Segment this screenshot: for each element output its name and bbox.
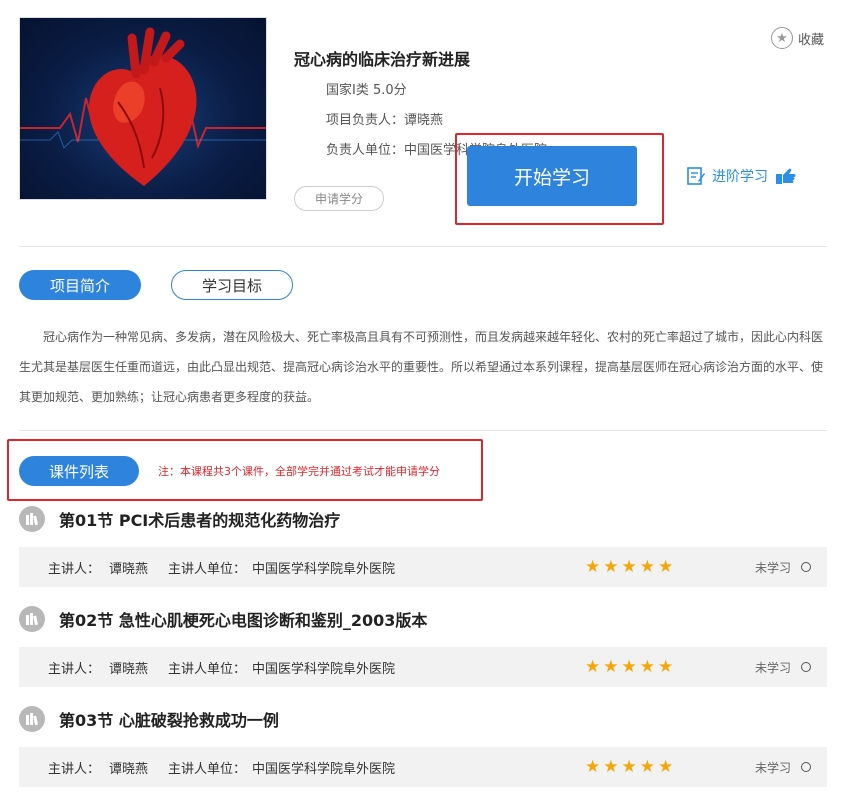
favorite-label: 收藏 bbox=[798, 32, 825, 48]
course-leader: 项目负责人：谭晓燕 bbox=[326, 113, 444, 128]
lecturer-label: 主讲人： bbox=[48, 661, 101, 677]
course-cover-image bbox=[19, 17, 267, 200]
star-icon: ★ bbox=[658, 657, 674, 677]
course-list-button[interactable]: 课件列表 bbox=[19, 456, 139, 486]
books-icon bbox=[19, 506, 45, 532]
divider bbox=[19, 246, 827, 247]
star-icon: ★ bbox=[603, 657, 619, 677]
rating-stars: ★ ★ ★ ★ ★ bbox=[585, 757, 676, 777]
lecturer-name: 谭晓燕 bbox=[109, 761, 149, 777]
course-title: 冠心病的临床治疗新进展 bbox=[294, 50, 471, 69]
lesson-info-row: 主讲人： 谭晓燕 主讲人单位： 中国医学科学院阜外医院 ★ ★ ★ ★ ★ 未学习 bbox=[19, 547, 827, 587]
books-icon bbox=[19, 706, 45, 732]
tab-learning-goals[interactable]: 学习目标 bbox=[171, 270, 293, 300]
edit-note-icon bbox=[686, 166, 706, 186]
lesson-title: 第01节 PCI术后患者的规范化药物治疗 bbox=[59, 511, 341, 530]
lesson-title-link[interactable]: 第01节 PCI术后患者的规范化药物治疗 bbox=[19, 506, 340, 532]
lecturer-unit-label: 主讲人单位： bbox=[168, 761, 247, 777]
start-learning-button[interactable]: 开始学习 bbox=[467, 146, 637, 206]
course-list-note: 注：本课程共3个课件，全部学完并通过考试才能申请学分 bbox=[158, 465, 440, 478]
status-circle-icon bbox=[801, 662, 811, 672]
star-icon: ★ bbox=[585, 557, 601, 577]
star-icon: ★ bbox=[585, 657, 601, 677]
lecturer-name: 谭晓燕 bbox=[109, 561, 149, 577]
status-circle-icon bbox=[801, 562, 811, 572]
divider bbox=[19, 430, 827, 431]
lesson-status: 未学习 bbox=[755, 760, 792, 775]
lecturer-label: 主讲人： bbox=[48, 761, 101, 777]
lecturer-unit-label: 主讲人单位： bbox=[168, 561, 247, 577]
advanced-learning-link[interactable]: 进阶学习 bbox=[686, 163, 796, 189]
lecturer-name: 谭晓燕 bbox=[109, 661, 149, 677]
pointing-hand-icon bbox=[774, 167, 796, 185]
favorite-button[interactable]: ★ 收藏 bbox=[771, 27, 824, 49]
tab-project-intro[interactable]: 项目简介 bbox=[19, 270, 141, 300]
apply-credit-button[interactable]: 申请学分 bbox=[294, 186, 384, 211]
lesson-title: 第03节 心脏破裂抢救成功一例 bbox=[59, 711, 279, 730]
lesson-status: 未学习 bbox=[755, 660, 792, 675]
star-icon: ★ bbox=[639, 757, 655, 777]
star-icon: ★ bbox=[585, 757, 601, 777]
lesson-info-row: 主讲人： 谭晓燕 主讲人单位： 中国医学科学院阜外医院 ★ ★ ★ ★ ★ 未学习 bbox=[19, 747, 827, 787]
course-category: 国家I类 5.0分 bbox=[326, 83, 407, 98]
lecturer-unit-label: 主讲人单位： bbox=[168, 661, 247, 677]
star-icon: ★ bbox=[639, 657, 655, 677]
star-icon: ★ bbox=[603, 557, 619, 577]
lecturer-unit: 中国医学科学院阜外医院 bbox=[252, 761, 396, 777]
star-icon: ★ bbox=[621, 557, 637, 577]
status-circle-icon bbox=[801, 762, 811, 772]
lesson-title-link[interactable]: 第03节 心脏破裂抢救成功一例 bbox=[19, 706, 279, 732]
star-icon: ★ bbox=[658, 557, 674, 577]
lesson-title-link[interactable]: 第02节 急性心肌梗死心电图诊断和鉴别_2003版本 bbox=[19, 606, 427, 632]
star-icon: ★ bbox=[658, 757, 674, 777]
rating-stars: ★ ★ ★ ★ ★ bbox=[585, 557, 676, 577]
books-icon bbox=[19, 606, 45, 632]
lecturer-label: 主讲人： bbox=[48, 561, 101, 577]
heart-illustration bbox=[20, 27, 266, 187]
star-icon: ★ bbox=[603, 757, 619, 777]
lecturer-unit: 中国医学科学院阜外医院 bbox=[252, 661, 396, 677]
star-icon: ★ bbox=[771, 27, 793, 49]
lecturer-unit: 中国医学科学院阜外医院 bbox=[252, 561, 396, 577]
star-icon: ★ bbox=[621, 757, 637, 777]
lesson-info-row: 主讲人： 谭晓燕 主讲人单位： 中国医学科学院阜外医院 ★ ★ ★ ★ ★ 未学习 bbox=[19, 647, 827, 687]
lesson-status: 未学习 bbox=[755, 560, 792, 575]
advanced-learning-label: 进阶学习 bbox=[712, 169, 768, 185]
project-intro-text: 冠心病作为一种常见病、多发病，潜在风险极大、死亡率极高且具有不可预测性，而且发病… bbox=[19, 330, 824, 404]
lesson-title: 第02节 急性心肌梗死心电图诊断和鉴别_2003版本 bbox=[59, 611, 428, 630]
rating-stars: ★ ★ ★ ★ ★ bbox=[585, 657, 676, 677]
star-icon: ★ bbox=[621, 657, 637, 677]
star-icon: ★ bbox=[639, 557, 655, 577]
